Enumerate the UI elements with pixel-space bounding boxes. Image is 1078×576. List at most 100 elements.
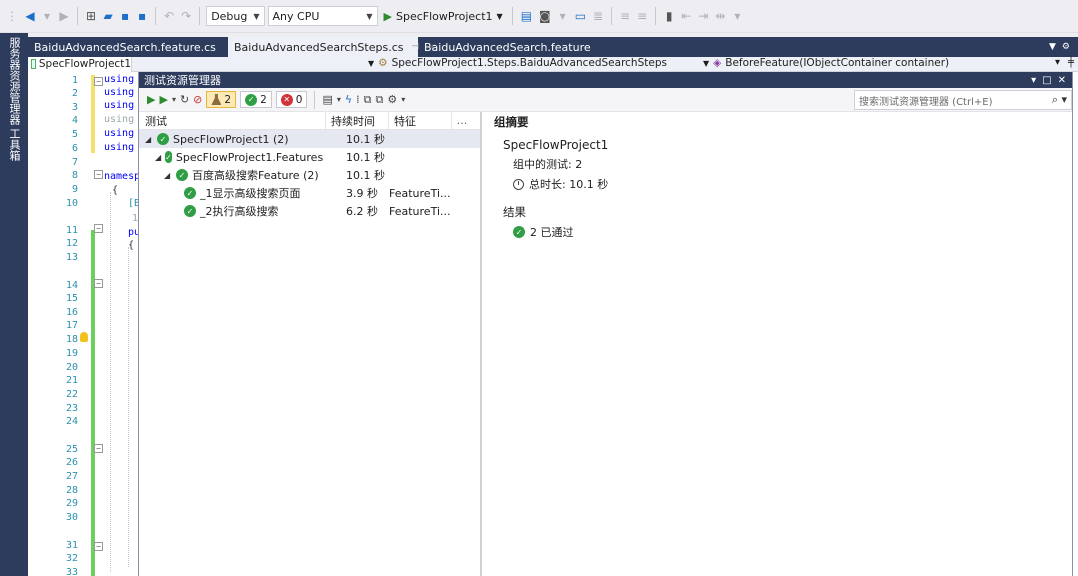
line-number: 32: [65, 553, 78, 564]
dropdown-arrow-icon[interactable]: ▾: [40, 6, 54, 26]
start-debug-button[interactable]: ▶ SpecFlowProject1 ▼: [381, 10, 506, 23]
line-number: 21: [65, 375, 78, 386]
line-number: 8: [71, 170, 78, 181]
tab-feature[interactable]: BaiduAdvancedSearch.feature: [418, 37, 597, 57]
grip-icon: ⋮: [6, 9, 18, 23]
chevron-down-icon[interactable]: ▾: [172, 95, 176, 104]
test-search-input[interactable]: 搜索测试资源管理器 (Ctrl+E) ⌕ ▾: [854, 90, 1072, 110]
fold-toggle-icon[interactable]: −: [94, 542, 103, 551]
line-number: 30: [65, 512, 78, 523]
run-icon[interactable]: ▶: [159, 93, 167, 106]
uncomment-icon[interactable]: ≡: [635, 6, 649, 26]
collapse-arrow-icon[interactable]: ◢: [164, 171, 172, 180]
back-icon[interactable]: ◀: [23, 6, 37, 26]
type-dropdown[interactable]: ▼ ⚙ SpecFlowProject1.Steps.BaiduAdvanced…: [368, 57, 667, 69]
run-target-label: SpecFlowProject1: [396, 9, 493, 23]
chevron-down-icon: ▼: [496, 11, 503, 21]
settings-icon[interactable]: ⚙: [387, 93, 397, 106]
clear-bookmark-icon[interactable]: ⇹: [713, 6, 727, 26]
line-number: 10: [65, 198, 78, 209]
test-row-case[interactable]: ✓ _2执行高级搜索 6.2 秒 FeatureTi...: [139, 202, 480, 220]
prev-bookmark-icon[interactable]: ⇤: [679, 6, 693, 26]
project-dropdown[interactable]: SpecFlowProject1: [28, 56, 132, 72]
test-explorer-title-bar: 测试资源管理器 ▾ □ ✕: [139, 72, 1072, 88]
project-icon: [31, 59, 36, 69]
tab-steps-cs[interactable]: BaiduAdvancedSearchSteps.cs ⊣ ✕: [228, 37, 437, 57]
failed-tests-filter[interactable]: ✕ 0: [275, 91, 308, 108]
screenshot-icon[interactable]: ◙: [537, 6, 553, 26]
close-icon[interactable]: ✕: [1058, 75, 1066, 86]
chevron-down-icon: ▼: [366, 11, 373, 21]
forward-icon[interactable]: ▶: [57, 6, 71, 26]
fold-toggle-icon[interactable]: −: [94, 444, 103, 453]
line-number: 3: [71, 102, 78, 113]
split-icon[interactable]: ╪: [1068, 57, 1074, 68]
configuration-dropdown[interactable]: Debug ▼: [206, 6, 265, 26]
chevron-down-icon: ▼: [368, 58, 375, 68]
playlist-icon[interactable]: ▤: [322, 93, 332, 106]
chevron-down-icon[interactable]: ▾: [1055, 57, 1060, 68]
window-position-icon[interactable]: ▾: [1031, 75, 1036, 86]
group-by-icon[interactable]: ⁞: [356, 93, 360, 106]
tab-list-icon[interactable]: ▼: [1049, 42, 1056, 52]
customize-icon[interactable]: ▾: [730, 6, 744, 26]
more-icon[interactable]: ▾: [556, 6, 570, 26]
separator: [199, 7, 201, 25]
test-duration: 3.9 秒: [346, 187, 378, 200]
expand-all-icon[interactable]: ⧉: [364, 93, 372, 107]
test-name: _1显示高级搜索页面: [200, 187, 301, 200]
redo-icon[interactable]: ↷: [179, 6, 193, 26]
chevron-down-icon[interactable]: ▾: [337, 95, 341, 104]
test-row-case[interactable]: ✓ _1显示高级搜索页面 3.9 秒 FeatureTi...: [139, 184, 480, 202]
new-project-icon[interactable]: ⊞: [84, 6, 98, 26]
fold-toggle-icon[interactable]: −: [94, 224, 103, 233]
comment-icon[interactable]: ≡: [618, 6, 632, 26]
chevron-down-icon[interactable]: ▾: [401, 95, 405, 104]
lightbulb-icon[interactable]: [80, 332, 88, 342]
platform-dropdown[interactable]: Any CPU ▼: [267, 6, 378, 26]
save-icon[interactable]: ▪: [118, 6, 132, 26]
member-dropdown[interactable]: ▼ ◈ BeforeFeature(IObjectContainer conta…: [703, 57, 949, 69]
repeat-last-run-icon[interactable]: ↻: [180, 93, 189, 106]
failed-count: 0: [295, 93, 303, 106]
folder-icon[interactable]: ▭: [573, 6, 588, 26]
column-chooser-button[interactable]: ...: [452, 114, 472, 127]
cancel-icon[interactable]: ⊘: [193, 93, 202, 106]
next-bookmark-icon[interactable]: ⇥: [696, 6, 710, 26]
column-header-test[interactable]: 测试: [139, 111, 326, 130]
line-number: 7: [71, 157, 78, 168]
collapse-arrow-icon[interactable]: ◢: [145, 135, 153, 144]
fold-toggle-icon[interactable]: −: [94, 170, 103, 179]
test-row-project[interactable]: ◢ ✓ SpecFlowProject1 (2) 10.1 秒: [139, 130, 480, 148]
toolbox-tab[interactable]: 工具箱: [6, 128, 22, 161]
search-icon[interactable]: ⌕ ▾: [1052, 93, 1071, 107]
save-all-icon[interactable]: ▪: [135, 6, 149, 26]
code-line: {: [112, 185, 119, 196]
test-row-feature[interactable]: ◢ ✓ 百度高级搜索Feature (2) 10.1 秒: [139, 166, 480, 184]
run-after-build-icon[interactable]: ϟ: [345, 93, 352, 106]
collapse-arrow-icon[interactable]: ◢: [155, 153, 161, 162]
settings-icon[interactable]: ⚙: [1062, 42, 1070, 52]
open-file-icon[interactable]: ▰: [101, 6, 115, 26]
fold-toggle-icon[interactable]: −: [94, 77, 103, 86]
maximize-icon[interactable]: □: [1042, 75, 1051, 86]
server-explorer-tab[interactable]: 服务器资源管理器: [6, 37, 22, 125]
tab-feature-cs[interactable]: BaiduAdvancedSearch.feature.cs: [28, 37, 228, 57]
line-number: 4: [71, 115, 78, 126]
total-tests-filter[interactable]: 2: [206, 91, 237, 108]
results-heading: 结果: [503, 205, 526, 219]
separator: [314, 90, 316, 109]
format-icon[interactable]: ≣: [591, 6, 605, 26]
column-header-duration[interactable]: 持续时间: [326, 111, 389, 130]
code-line: namesp: [104, 171, 141, 182]
fold-toggle-icon[interactable]: −: [94, 279, 103, 288]
diagnostics-icon[interactable]: ▤: [519, 6, 534, 26]
collapse-all-icon[interactable]: ⧉: [376, 93, 384, 107]
passed-tests-filter[interactable]: ✓ 2: [240, 91, 272, 108]
run-all-icon[interactable]: ▶: [147, 93, 155, 106]
column-header-traits[interactable]: 特征: [389, 111, 452, 130]
bookmark-icon[interactable]: ▮: [662, 6, 676, 26]
summary-passed[interactable]: ✓ 2 已通过: [513, 224, 1072, 240]
test-row-namespace[interactable]: ◢ ✓ SpecFlowProject1.Features .. 10.1 秒: [139, 148, 480, 166]
undo-icon[interactable]: ↶: [162, 6, 176, 26]
